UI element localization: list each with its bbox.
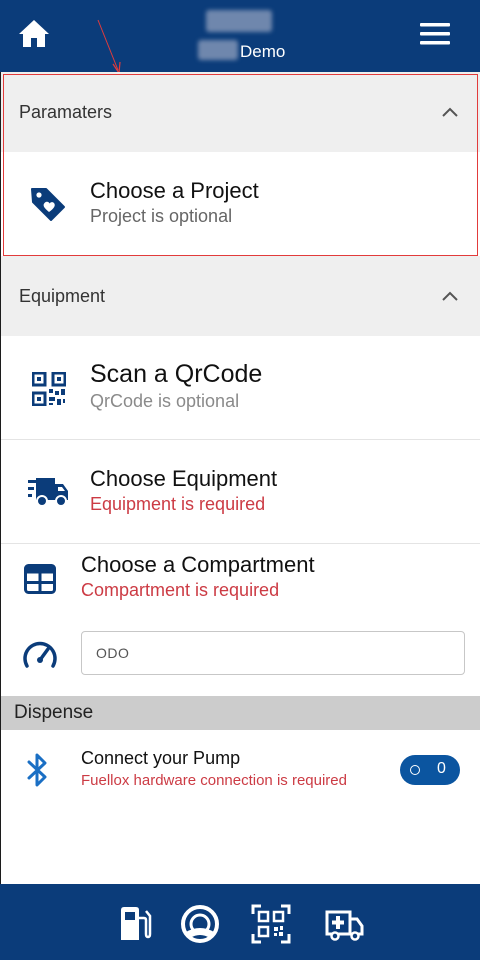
scan-qrcode-title: Scan a QrCode	[90, 360, 263, 388]
parameters-section-header[interactable]: Paramaters	[0, 72, 480, 152]
app-title-blurred	[206, 10, 272, 32]
scan-qrcode-row[interactable]: Scan a QrCode QrCode is optional	[0, 336, 480, 440]
toggle-off-indicator	[410, 765, 420, 775]
choose-project-title: Choose a Project	[90, 178, 259, 203]
fuel-pump-icon[interactable]	[116, 904, 156, 944]
choose-compartment-title: Choose a Compartment	[81, 552, 315, 577]
truck-icon	[28, 476, 70, 508]
dispense-section-header: Dispense	[0, 696, 480, 730]
qrcode-scan-icon[interactable]	[251, 904, 291, 944]
choose-compartment-subtitle: Compartment is required	[81, 580, 280, 600]
app-subtitle-blurred	[198, 40, 238, 60]
parameters-section-title: Paramaters	[19, 102, 113, 122]
choose-project-subtitle: Project is optional	[90, 206, 233, 226]
chevron-up-icon[interactable]	[442, 107, 458, 117]
choose-equipment-row[interactable]: Choose Equipment Equipment is required	[0, 440, 480, 544]
header-title-suffix: Demo	[240, 42, 286, 61]
hamburger-menu-icon[interactable]	[416, 20, 456, 50]
qrcode-icon	[31, 371, 67, 407]
pump-connection-toggle[interactable]: 0	[400, 755, 460, 785]
scan-qrcode-subtitle: QrCode is optional	[90, 391, 240, 411]
bluetooth-icon	[26, 752, 50, 788]
home-icon[interactable]	[16, 16, 52, 52]
ambulance-icon[interactable]	[324, 904, 364, 944]
equipment-section-title: Equipment	[19, 286, 106, 306]
tag-heart-icon	[28, 184, 68, 224]
lifebuoy-icon[interactable]	[180, 904, 220, 944]
odo-input[interactable]	[81, 631, 465, 675]
choose-equipment-subtitle: Equipment is required	[90, 494, 266, 514]
toggle-value: 0	[437, 760, 446, 777]
chevron-up-icon[interactable]	[442, 291, 458, 301]
equipment-section-header[interactable]: Equipment	[0, 256, 480, 336]
bottom-toolbar	[0, 884, 480, 960]
app-header: Demo	[0, 0, 480, 72]
choose-project-row[interactable]: Choose a Project Project is optional	[0, 152, 480, 256]
connect-pump-title: Connect your Pump	[81, 748, 241, 768]
choose-compartment-row[interactable]: Choose a Compartment Compartment is requ…	[0, 544, 480, 616]
grid-icon	[24, 564, 56, 594]
annotation-arrow	[97, 19, 121, 75]
choose-equipment-title: Choose Equipment	[90, 466, 278, 491]
dispense-section-title: Dispense	[14, 702, 94, 723]
speedometer-icon	[22, 638, 58, 670]
connect-pump-subtitle: Fuellox hardware connection is required	[81, 772, 347, 789]
left-border	[0, 72, 1, 884]
